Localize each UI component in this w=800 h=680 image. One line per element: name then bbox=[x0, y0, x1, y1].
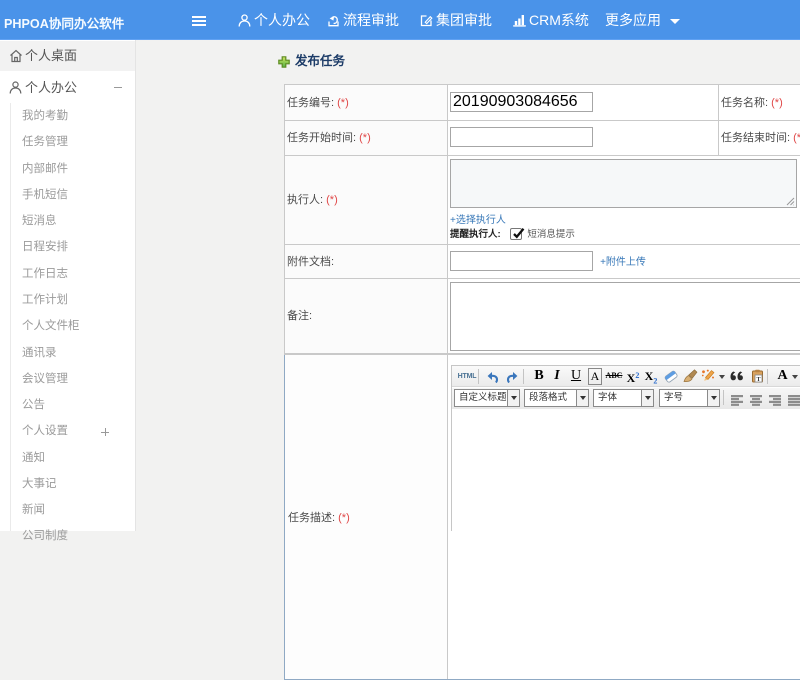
svg-text:T: T bbox=[756, 377, 760, 383]
